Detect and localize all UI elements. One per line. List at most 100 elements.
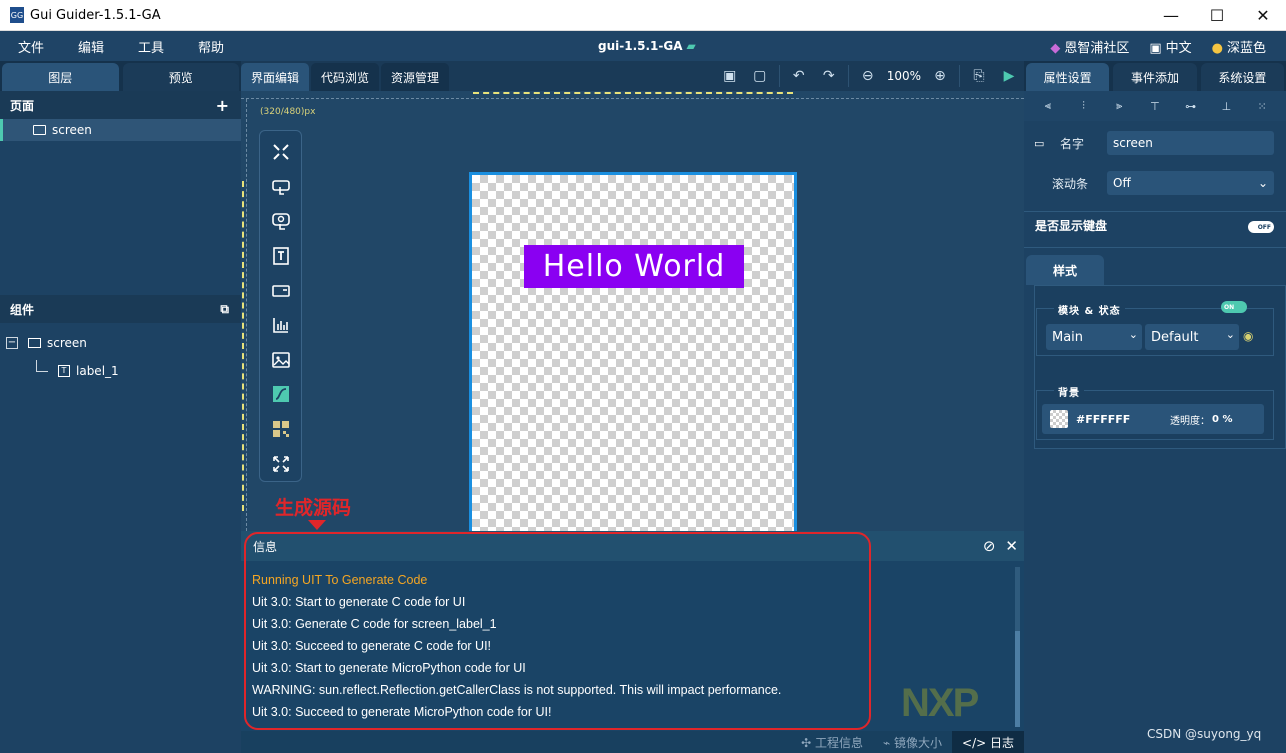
label-widget-icon[interactable] [266,239,296,274]
align-top-icon[interactable]: ⊤ [1147,99,1163,113]
right-panel: 属性设置 事件添加 系统设置 ⫷ ⫶ ⫸ ⊤ ⊶ ⊥ ⁙ ▭ 名字 screen… [1024,61,1286,753]
tab-preview[interactable]: 预览 [122,63,239,91]
color-swatch[interactable] [1050,410,1068,428]
zoom-level: 100% [886,69,921,83]
community-link[interactable]: ◆ 恩智浦社区 [1050,37,1129,56]
project-name-text: gui-1.5.1-GA [598,39,683,53]
tab-style[interactable]: 样式 [1026,255,1104,285]
close-window-button[interactable]: ✕ [1240,0,1286,31]
screen-preview[interactable]: Hello World [469,172,797,531]
add-page-icon[interactable]: + [216,96,229,115]
scrollbar-row: 滚动条 Off ⌄ [1024,168,1286,198]
generate-code-icon[interactable]: ⎘ [964,61,994,91]
chevron-down-icon: ⌄ [1257,176,1268,190]
align-left-icon[interactable]: ⫷ [1040,99,1056,113]
curve-widget-icon[interactable] [266,377,296,412]
right-tabs: 属性设置 事件添加 系统设置 [1024,61,1286,91]
minimize-button[interactable]: — [1148,0,1194,31]
annotation-arrow-icon [308,520,326,530]
opacity-label: 透明度： [1170,415,1210,427]
theme-switch[interactable]: ● 深蓝色 [1212,37,1266,56]
background-label: 背景 [1054,384,1084,399]
annotation-highlight-box [244,532,871,730]
tree-row-label[interactable]: T label_1 [6,357,235,385]
chevron-down-icon: ⌄ [1225,328,1235,341]
state-value: Default [1151,329,1199,345]
tree-connector [36,360,48,372]
left-tabs: 图层 预览 [0,61,241,91]
tab-system[interactable]: 系统设置 [1200,63,1284,91]
name-input[interactable]: screen [1107,131,1274,155]
bottom-status-bar: ✣ 工程信息 ⌁ 镜像大小 </> 日志 [241,731,1024,753]
menu-file[interactable]: 文件 [18,37,60,56]
external-link-icon[interactable]: ⧉ [220,302,229,317]
watermark: CSDN @suyong_yq [1147,727,1262,741]
zoom-out-icon[interactable]: ⊖ [853,61,883,91]
maximize-button[interactable]: ☐ [1194,0,1240,31]
imgbtn-widget-icon[interactable] [266,204,296,239]
hello-world-label[interactable]: Hello World [524,245,744,288]
align-center-h-icon[interactable]: ⫶ [1076,99,1092,113]
components-section: 组件 ⧉ − screen T label_1 [0,295,241,391]
scrollbar-select[interactable]: Off ⌄ [1107,171,1274,195]
monitor-icon [28,338,41,348]
send-back-icon[interactable]: ▢ [745,61,775,91]
redo-icon[interactable]: ↷ [814,61,844,91]
nxp-logo: NXP [901,681,979,725]
left-panel: 图层 预览 页面 + screen 组件 ⧉ − screen T label_… [0,61,241,753]
language-switch[interactable]: ▣ 中文 [1149,37,1191,56]
bring-front-icon[interactable]: ▣ [715,61,745,91]
keyboard-toggle[interactable]: OFF [1248,221,1274,233]
scrollbar-label: 滚动条 [1052,176,1089,191]
background-color-row[interactable]: #FFFFFF 透明度： 0 % [1042,404,1264,434]
align-center-v-icon[interactable]: ⊶ [1183,99,1199,113]
tree-row-screen[interactable]: − screen [6,329,235,357]
undo-icon[interactable]: ↶ [784,61,814,91]
page-item-screen[interactable]: screen [0,119,241,141]
tab-layers[interactable]: 图层 [2,63,119,91]
tab-ui-editor[interactable]: 界面编辑 [241,63,310,91]
info-buttons: ⊘ ✕ [983,537,1018,555]
distribute-icon[interactable]: ⁙ [1254,99,1270,113]
tab-code-browser[interactable]: 代码浏览 [311,63,380,91]
close-info-icon[interactable]: ✕ [1005,537,1018,555]
image-size-tab[interactable]: ⌁ 镜像大小 [873,731,952,753]
button-widget-icon[interactable] [266,170,296,205]
image-widget-icon[interactable] [266,343,296,378]
menu-help[interactable]: 帮助 [198,37,240,56]
qrcode-widget-icon[interactable] [266,412,296,447]
log-tab[interactable]: </> 日志 [952,731,1024,753]
folder-icon[interactable]: ▰ [687,39,696,53]
tab-events[interactable]: 事件添加 [1113,63,1197,91]
state-select[interactable]: Default ⌄ [1145,324,1239,350]
run-icon[interactable]: ▶ [994,61,1024,91]
monitor-icon [33,125,46,135]
menu-edit[interactable]: 编辑 [78,37,120,56]
left-ruler-highlight [241,181,244,511]
chart-widget-icon[interactable] [266,308,296,343]
clear-log-icon[interactable]: ⊘ [983,537,996,555]
part-select[interactable]: Main ⌄ [1046,324,1142,350]
collapse-palette-icon[interactable] [266,135,296,170]
scrollbar-value: Off [1113,176,1131,190]
part-state-toggle[interactable]: ON [1221,301,1247,313]
tab-resources[interactable]: 资源管理 [381,63,450,91]
tree-label-screen: screen [47,336,87,350]
log-scroll-thumb[interactable] [1015,631,1020,727]
name-row: ▭ 名字 screen [1024,128,1286,158]
expand-palette-icon[interactable] [266,446,296,481]
canvas-toolbar: ▣ ▢ ↶ ↷ ⊖ 100% ⊕ ⎘ ▶ [715,61,1024,91]
eye-icon[interactable]: ◉ [1243,329,1253,343]
annotation-text: 生成源码 [275,497,352,519]
dropdown-widget-icon[interactable] [266,273,296,308]
design-canvas[interactable]: (320/480)px Hello World 生成源码 [241,91,1024,531]
project-info-tab[interactable]: ✣ 工程信息 [791,731,873,753]
align-right-icon[interactable]: ⫸ [1111,99,1127,113]
pages-title: 页面 [10,98,35,113]
collapse-icon[interactable]: − [6,337,18,349]
align-bottom-icon[interactable]: ⊥ [1218,99,1234,113]
menu-tools[interactable]: 工具 [138,37,180,56]
zoom-in-icon[interactable]: ⊕ [925,61,955,91]
toolbar-divider [959,65,960,87]
tab-properties[interactable]: 属性设置 [1026,63,1110,91]
